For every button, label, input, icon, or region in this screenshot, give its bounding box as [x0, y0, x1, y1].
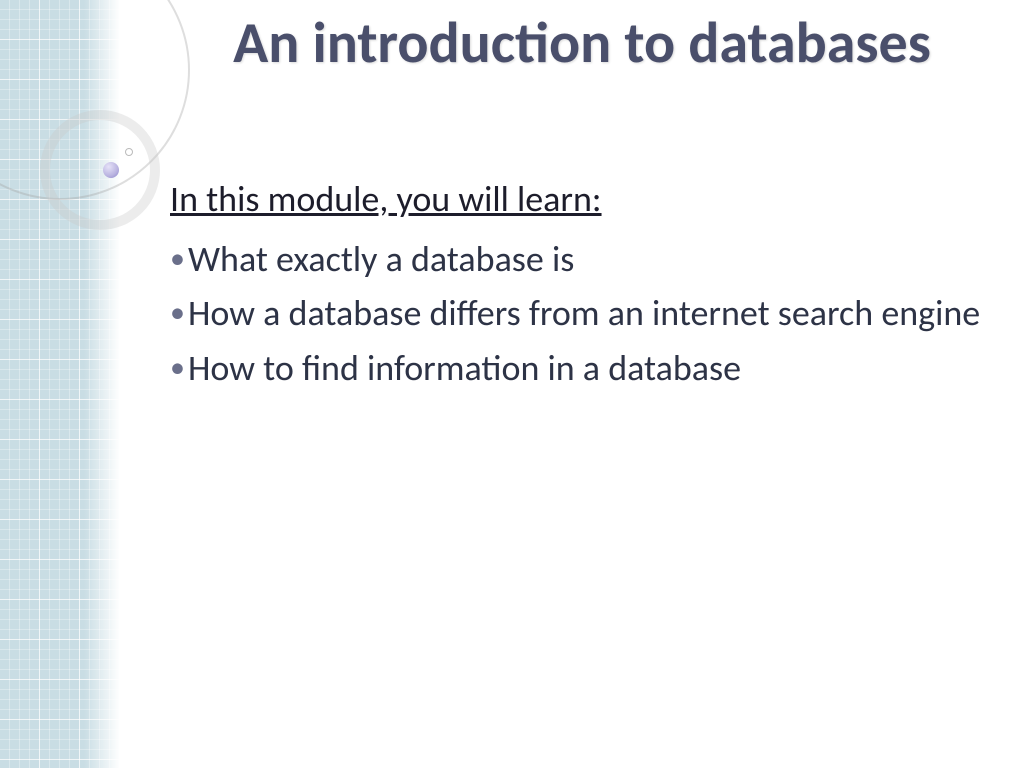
decorative-circle-medium: [40, 110, 160, 230]
bullet-item: What exactly a database is: [170, 235, 994, 284]
bullet-list: What exactly a database is How a databas…: [170, 235, 994, 393]
bullet-item: How to find information in a database: [170, 344, 994, 393]
bullet-item: How a database differs from an internet …: [170, 289, 994, 338]
decorative-circle-tiny: [125, 148, 133, 156]
decorative-bead-icon: [103, 162, 119, 178]
slide-title: An introduction to databases: [170, 10, 994, 117]
slide-content: An introduction to databases In this mod…: [170, 10, 994, 748]
slide-subheading: In this module, you will learn:: [170, 177, 994, 221]
